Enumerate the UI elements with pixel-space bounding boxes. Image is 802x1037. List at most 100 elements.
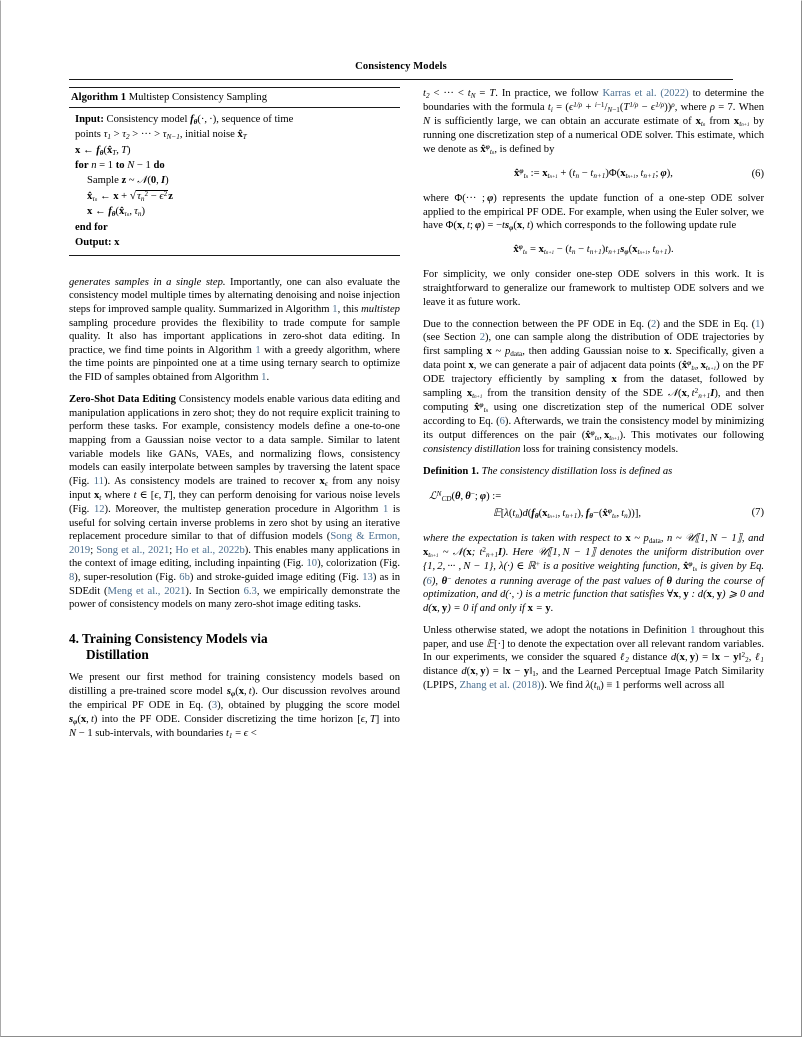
math-pair-1: (x̂φtn, xtn+1) bbox=[678, 359, 720, 372]
algorithm-box: Algorithm 1 Multistep Consistency Sampli… bbox=[69, 87, 400, 256]
math-set-1-N: {1, 2, ··· , N − 1} bbox=[423, 561, 494, 573]
ref-fig-13[interactable]: 13 bbox=[362, 572, 373, 583]
text-a: . In practice, we follow bbox=[495, 88, 603, 99]
math-euler-1: Φ(x, t; φ) = bbox=[445, 220, 494, 232]
citation-meng-etal[interactable]: Meng et al., 2021 bbox=[108, 586, 186, 597]
section-heading-line1: 4. Training Consistency Models via bbox=[69, 630, 268, 646]
math-xhat-phi: x̂φtn bbox=[480, 143, 495, 156]
math-xhat-2: x̂φtn bbox=[474, 401, 489, 414]
text-i: ), bbox=[431, 575, 442, 587]
math-rho-7: ρ = 7 bbox=[709, 102, 733, 114]
left-column: Algorithm 1 Multistep Consistency Sampli… bbox=[69, 87, 400, 996]
algorithm-line-output: Output: x bbox=[75, 236, 120, 248]
math-t1: t1 = ϵ < bbox=[225, 727, 257, 740]
runin-heading: Zero-Shot Data Editing bbox=[69, 394, 176, 406]
running-head: Consistency Models bbox=[355, 61, 447, 72]
math-euler-2: −tsφ(x, t) bbox=[496, 220, 534, 233]
math-pair-2: (x̂φtn, xtn+1) bbox=[581, 428, 624, 442]
algorithm-name: Multistep Consistency Sampling bbox=[128, 92, 267, 103]
ref-fig-11[interactable]: 11 bbox=[94, 476, 104, 487]
algorithm-line-sample: Sample z ~ 𝒩(0, I) bbox=[87, 174, 169, 186]
text-f: from bbox=[705, 116, 734, 128]
algorithm-line-input-cont: points τ1 > τ2 > ··· > τN−1, initial noi… bbox=[75, 129, 247, 142]
text-b: ) and the SDE in Eq. ( bbox=[656, 318, 756, 330]
math-ell-1: ℓ1 bbox=[755, 652, 764, 665]
equation-euler-update: x̂φtn = xtn+1 − (tn − tn+1)tn+1sφ(xtn+1,… bbox=[423, 242, 764, 259]
equation-7-tag: (7) bbox=[751, 506, 764, 518]
math-phi-fn: Φ(··· ; φ) bbox=[454, 193, 497, 205]
citation-ho-etal[interactable]: Ho et al., 2022b bbox=[175, 545, 244, 556]
text-f: sub-intervals, with boundaries bbox=[92, 727, 226, 739]
citation-song-etal[interactable]: Song et al., 2021 bbox=[96, 545, 169, 556]
text-h: ). We find bbox=[540, 680, 586, 692]
italic-consistency-distillation: consistency distillation bbox=[423, 443, 521, 455]
text-d: into the PF ODE. Consider discretizing t… bbox=[97, 713, 358, 725]
equation-7-line1: ℒNCD(θ, θ−; φ) := bbox=[429, 489, 502, 503]
text-e: into bbox=[379, 713, 400, 725]
citation-karras[interactable]: Karras et al. (2022) bbox=[603, 88, 689, 99]
math-t-range: t ∈ [ϵ, T] bbox=[133, 489, 173, 501]
ref-section-6-3[interactable]: 6.3 bbox=[244, 586, 257, 597]
text-i: performs well across all bbox=[620, 680, 725, 692]
text-b: ). As consistency models are trained to … bbox=[104, 475, 320, 487]
text-a: Consistency models enable various data e… bbox=[69, 394, 400, 487]
text-f: ). Moreover, the multistep generation pr… bbox=[104, 504, 383, 516]
ref-fig-6b[interactable]: 6b bbox=[179, 572, 190, 583]
text-m: and bbox=[745, 589, 765, 601]
math-x-tn1-b: xtn+1 bbox=[466, 387, 483, 400]
text-g: is a positive weighting function, bbox=[539, 561, 684, 573]
math-t2-tn: t2 < ··· < tN = T bbox=[423, 88, 496, 100]
citation-zhang[interactable]: Zhang et al. (2018) bbox=[460, 680, 541, 691]
ref-fig-12[interactable]: 12 bbox=[94, 504, 105, 515]
algorithm-line-init: x ← fθ(x̂T, T) bbox=[75, 144, 131, 157]
right-column: t2 < ··· < tN = T. In practice, we follo… bbox=[423, 87, 764, 996]
text-h: , is defined by bbox=[494, 144, 555, 156]
algorithm-label: Algorithm 1 bbox=[71, 92, 127, 103]
definition-statement: The consistency distillation loss is def… bbox=[481, 466, 673, 478]
text-e: . bbox=[266, 372, 270, 384]
section-heading-4: 4. Training Consistency Models via Disti… bbox=[69, 631, 400, 662]
text-n: if and only if bbox=[468, 602, 528, 614]
text-o: . bbox=[550, 602, 554, 614]
text-c: which corresponds to the following updat… bbox=[533, 220, 737, 232]
text-i: ), colorization (Fig. bbox=[317, 558, 400, 570]
math-x-tn1: xtn+1 bbox=[733, 116, 750, 129]
math-metric-zero: d(x, y) = 0 bbox=[423, 602, 469, 614]
algorithm-line-input: Input: Consistency model fθ(·, ·), seque… bbox=[75, 114, 294, 127]
text-g: , we can generate a pair of adjacent dat… bbox=[473, 360, 679, 372]
italic-multistep: multistep bbox=[361, 304, 400, 316]
math-t-i-formula: ti = (ϵ1/ρ + i−1/N−1(T1/ρ − ϵ1/ρ))ρ bbox=[547, 101, 675, 114]
text-k: ) and stroke-guided image editing (Fig. bbox=[189, 572, 363, 584]
algorithm-body: Input: Consistency model fθ(·, ·), seque… bbox=[69, 108, 400, 255]
math-n-uniform: n ~ 𝒰⟦1, N − 1⟧ bbox=[667, 533, 742, 545]
definition-1: Definition 1. The consistency distillati… bbox=[423, 465, 764, 479]
paragraph-zero-shot-editing: Zero-Shot Data Editing Consistency model… bbox=[69, 393, 400, 612]
text-d: . Here bbox=[505, 547, 538, 559]
text-d: where bbox=[101, 489, 134, 501]
ref-fig-10[interactable]: 10 bbox=[307, 558, 318, 569]
math-lambda-R: λ(·) ∈ ℝ+ bbox=[499, 560, 540, 573]
header-rule bbox=[69, 79, 733, 80]
equation-7: ℒNCD(θ, θ−; φ) := 𝔼[λ(tn)d(fθ(xtn+1, tn+… bbox=[423, 488, 764, 523]
paper-page: Consistency Models Algorithm 1 Multistep… bbox=[0, 0, 802, 1037]
math-ell-2: ℓ2 bbox=[619, 652, 629, 665]
text-m: ). In Section bbox=[185, 585, 244, 597]
math-theta-minus: θ− bbox=[441, 574, 452, 587]
text-n: . This motivates our following bbox=[623, 429, 764, 441]
math-d-l2: d(x, y) = ‖x − y‖22 bbox=[670, 651, 749, 665]
math-n-minus-1: N − 1 bbox=[69, 727, 93, 739]
paragraph-distillation-intro: We present our first method for training… bbox=[69, 671, 400, 741]
math-x-pdata: x ~ pdata bbox=[486, 345, 523, 358]
text-l: is a metric function that satisfies bbox=[522, 589, 667, 601]
text-j: denotes a running average of the past va… bbox=[451, 575, 667, 587]
algorithm-line-endfor: end for bbox=[75, 221, 108, 233]
algorithm-line-noise: x̂τn ← x + √τn2 − ϵ2z bbox=[87, 189, 173, 203]
text-a: Due to the connection between the PF ODE… bbox=[423, 318, 652, 330]
math-x-equals-y: x = y bbox=[527, 602, 551, 614]
math-s-phi-2: sφ(x, t) bbox=[69, 713, 98, 726]
equation-7-line2: 𝔼[λ(tn)d(fθ(xtn+1, tn+1), fθ−(x̂φtn, tn)… bbox=[493, 507, 641, 521]
algorithm-line-for: for n = 1 to N − 1 do bbox=[75, 159, 165, 171]
text-o: loss for training consistency models. bbox=[520, 443, 679, 455]
math-lambda-eq-1: λ(tn) ≡ 1 bbox=[585, 680, 621, 693]
equation-6-body: x̂φtn := xtn+1 + (tn − tn+1)Φ(xtn+1, tn+… bbox=[514, 167, 673, 181]
